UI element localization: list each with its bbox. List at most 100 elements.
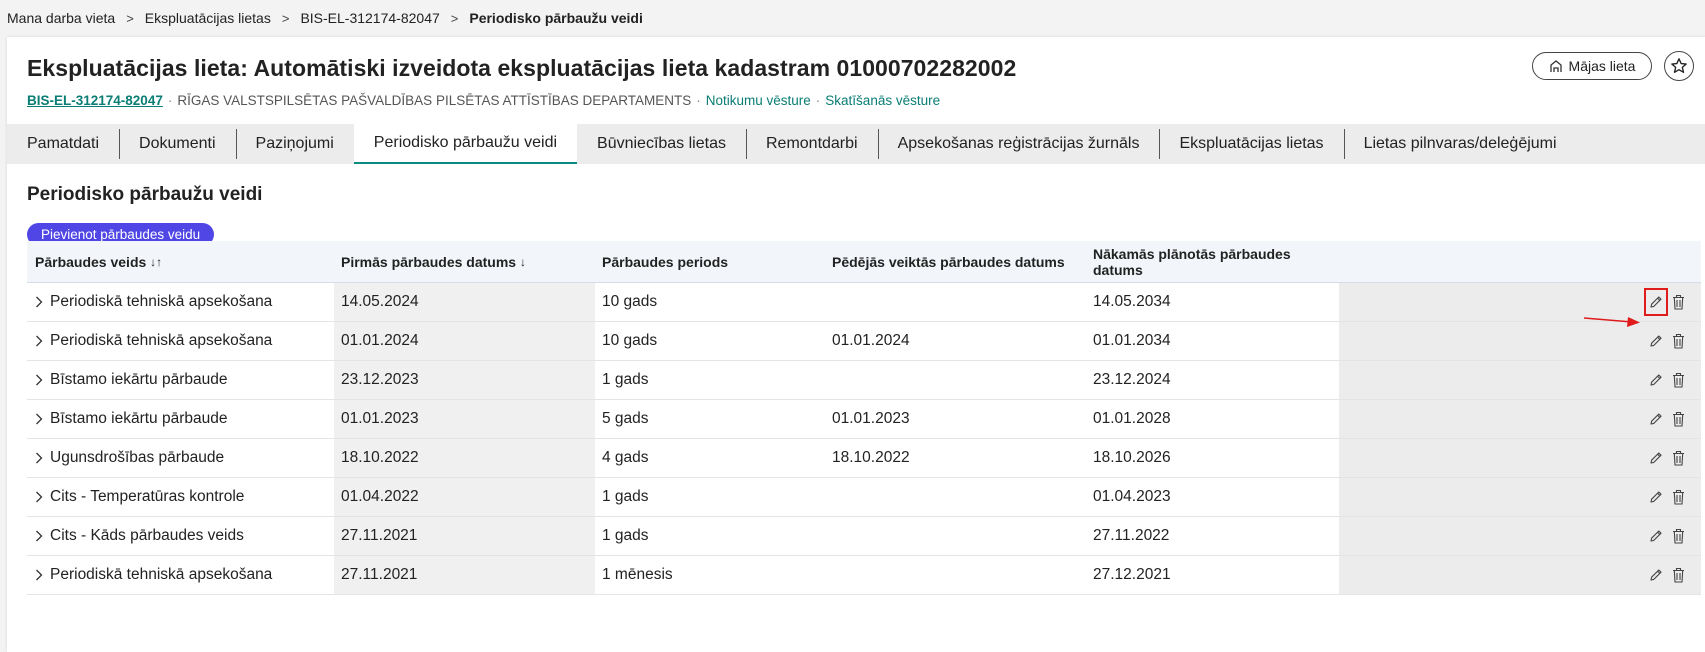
tab-notifications[interactable]: Paziņojumi xyxy=(235,124,354,164)
main-card: Ekspluatācijas lieta: Automātiski izveid… xyxy=(7,37,1705,652)
breadcrumb-item-operation-files[interactable]: Ekspluatācijas lietas xyxy=(145,10,271,26)
tab-authorizations[interactable]: Lietas pilnvaras/deleģējumi xyxy=(1343,124,1577,164)
chevron-right-icon: > xyxy=(126,10,134,26)
pencil-icon[interactable] xyxy=(1647,330,1665,352)
pencil-icon[interactable] xyxy=(1644,288,1668,316)
event-history-link[interactable]: Notikumu vēsture xyxy=(706,93,811,108)
house-file-button[interactable]: Mājas lieta xyxy=(1532,52,1652,80)
chevron-right-icon[interactable] xyxy=(35,530,47,542)
cell-type: Periodiskā tehniskā apsekošana xyxy=(27,556,334,594)
cell-first-date: 01.04.2022 xyxy=(334,478,595,516)
table-row[interactable]: Bīstamo iekārtu pārbaude 01.01.2023 5 ga… xyxy=(27,400,1701,439)
chevron-right-icon[interactable] xyxy=(35,335,47,347)
table-row[interactable]: Bīstamo iekārtu pārbaude 23.12.2023 1 ga… xyxy=(27,361,1701,400)
cell-actions xyxy=(1339,283,1701,321)
tab-inspection-log[interactable]: Apsekošanas reģistrācijas žurnāls xyxy=(877,124,1160,164)
sort-icon[interactable]: ↓↑ xyxy=(150,255,162,269)
column-header-period[interactable]: Pārbaudes periods xyxy=(595,254,825,270)
cell-type: Cits - Temperatūras kontrole xyxy=(27,478,334,516)
breadcrumb: Mana darba vieta > Ekspluatācijas lietas… xyxy=(7,8,643,28)
cell-type: Periodiskā tehniskā apsekošana xyxy=(27,322,334,360)
cell-last-date: 01.01.2023 xyxy=(832,410,910,427)
cell-next-date: 23.12.2024 xyxy=(1086,361,1339,399)
pencil-icon[interactable] xyxy=(1647,369,1665,391)
chevron-right-icon[interactable] xyxy=(35,491,47,503)
table-row[interactable]: Periodiskā tehniskā apsekošana 27.11.202… xyxy=(27,556,1701,595)
trash-icon[interactable] xyxy=(1669,486,1687,508)
breadcrumb-item-workplace[interactable]: Mana darba vieta xyxy=(7,10,115,26)
cell-type: Bīstamo iekārtu pārbaude xyxy=(27,361,334,399)
pencil-icon[interactable] xyxy=(1647,447,1665,469)
table-body: Periodiskā tehniskā apsekošana 14.05.202… xyxy=(27,283,1701,595)
cell-period: 10 gads xyxy=(602,332,658,349)
trash-icon[interactable] xyxy=(1669,369,1687,391)
trash-icon[interactable] xyxy=(1669,330,1687,352)
cell-type: Cits - Kāds pārbaudes veids xyxy=(27,517,334,555)
cell-first-date: 23.12.2023 xyxy=(334,361,595,399)
table-row[interactable]: Periodiskā tehniskā apsekošana 14.05.202… xyxy=(27,283,1701,322)
cell-actions xyxy=(1339,361,1701,399)
breadcrumb-item-file-code[interactable]: BIS-EL-312174-82047 xyxy=(300,10,439,26)
favorite-button[interactable] xyxy=(1664,51,1694,81)
pencil-icon[interactable] xyxy=(1647,564,1665,586)
page-title: Ekspluatācijas lieta: Automātiski izveid… xyxy=(27,55,1017,81)
cell-actions xyxy=(1339,439,1701,477)
table-row[interactable]: Cits - Temperatūras kontrole 01.04.2022 … xyxy=(27,478,1701,517)
tab-operation-files[interactable]: Ekspluatācijas lietas xyxy=(1159,124,1343,164)
trash-icon[interactable] xyxy=(1669,408,1687,430)
column-header-last-date[interactable]: Pēdējās veiktās pārbaudes datums xyxy=(825,254,1086,270)
column-header-first-date[interactable]: Pirmās pārbaudes datums ↓ xyxy=(334,241,595,282)
chevron-right-icon[interactable] xyxy=(35,296,47,308)
pencil-icon[interactable] xyxy=(1647,486,1665,508)
cell-next-date: 01.01.2034 xyxy=(1086,322,1339,360)
column-header-actions xyxy=(1339,241,1701,282)
cell-actions xyxy=(1339,556,1701,594)
cell-type: Periodiskā tehniskā apsekošana xyxy=(27,283,334,321)
cell-period: 5 gads xyxy=(602,410,649,427)
chevron-right-icon[interactable] xyxy=(35,569,47,581)
cell-first-date: 14.05.2024 xyxy=(334,283,595,321)
column-header-next-date[interactable]: Nākamās plānotās pārbaudes datums xyxy=(1086,241,1339,282)
table-row[interactable]: Ugunsdrošības pārbaude 18.10.2022 4 gads… xyxy=(27,439,1701,478)
table-header: Pārbaudes veids ↓↑ Pirmās pārbaudes datu… xyxy=(27,241,1701,283)
trash-icon[interactable] xyxy=(1669,564,1687,586)
chevron-right-icon[interactable] xyxy=(35,413,47,425)
chevron-right-icon[interactable] xyxy=(35,452,47,464)
cell-type: Bīstamo iekārtu pārbaude xyxy=(27,400,334,438)
pencil-icon[interactable] xyxy=(1647,408,1665,430)
table-row[interactable]: Periodiskā tehniskā apsekošana 01.01.202… xyxy=(27,322,1701,361)
tab-construction-files[interactable]: Būvniecības lietas xyxy=(577,124,746,164)
separator-dot: · xyxy=(815,93,821,108)
tab-documents[interactable]: Dokumenti xyxy=(119,124,235,164)
cell-next-date: 01.04.2023 xyxy=(1086,478,1339,516)
house-file-button-label: Mājas lieta xyxy=(1568,58,1636,74)
trash-icon[interactable] xyxy=(1669,291,1687,313)
table-row[interactable]: Cits - Kāds pārbaudes veids 27.11.2021 1… xyxy=(27,517,1701,556)
cell-actions xyxy=(1339,517,1701,555)
tab-bar: Pamatdati Dokumenti Paziņojumi Periodisk… xyxy=(7,124,1705,164)
view-history-link[interactable]: Skatīšanās vēsture xyxy=(825,93,940,108)
sort-down-icon[interactable]: ↓ xyxy=(520,255,526,269)
trash-icon[interactable] xyxy=(1669,447,1687,469)
cell-first-date: 01.01.2024 xyxy=(334,322,595,360)
department-name: RĪGAS VALSTSPILSĒTAS PAŠVALDĪBAS PILSĒTA… xyxy=(177,93,692,108)
cell-actions xyxy=(1339,322,1701,360)
cell-last-date: 18.10.2022 xyxy=(832,449,910,466)
tab-repairs[interactable]: Remontdarbi xyxy=(745,124,878,164)
inspection-table: Pārbaudes veids ↓↑ Pirmās pārbaudes datu… xyxy=(27,241,1701,595)
cell-type: Ugunsdrošības pārbaude xyxy=(27,439,334,477)
trash-icon[interactable] xyxy=(1669,525,1687,547)
cell-next-date: 27.12.2021 xyxy=(1086,556,1339,594)
header-meta: BIS-EL-312174-82047 · RĪGAS VALSTSPILSĒT… xyxy=(27,93,940,108)
tab-basic-data[interactable]: Pamatdati xyxy=(7,124,119,164)
cell-period: 4 gads xyxy=(602,449,649,466)
pencil-icon[interactable] xyxy=(1647,525,1665,547)
cell-first-date: 01.01.2023 xyxy=(334,400,595,438)
chevron-right-icon[interactable] xyxy=(35,374,47,386)
separator-dot: · xyxy=(167,93,173,108)
column-header-type[interactable]: Pārbaudes veids ↓↑ xyxy=(27,241,334,282)
cell-first-date: 27.11.2021 xyxy=(334,517,595,555)
separator-dot: · xyxy=(696,93,701,108)
file-code-link[interactable]: BIS-EL-312174-82047 xyxy=(27,93,163,108)
tab-periodic-inspections[interactable]: Periodisko pārbaužu veidi xyxy=(353,124,578,164)
